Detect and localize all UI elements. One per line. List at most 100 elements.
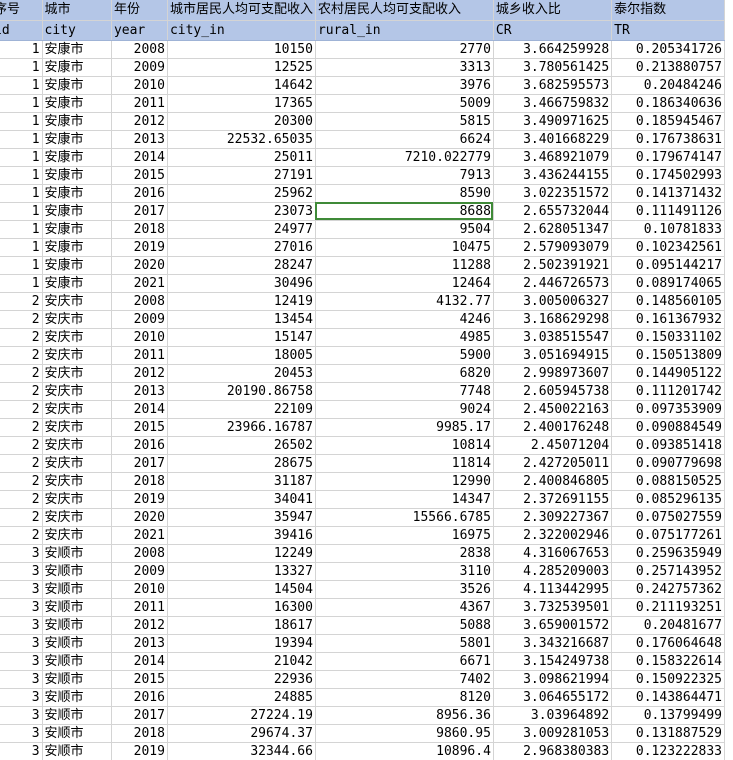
table-cell[interactable]: 安庆市 [42,418,112,437]
table-cell[interactable]: 2838 [315,544,494,563]
table-cell[interactable]: 3 [0,688,43,707]
table-cell[interactable]: 3976 [315,76,494,95]
table-cell[interactable]: 2015 [111,670,168,689]
table-cell[interactable]: 0.097353909 [611,400,725,419]
table-cell[interactable]: 34041 [167,490,316,509]
table-cell[interactable]: 22936 [167,670,316,689]
table-cell[interactable]: 2019 [111,238,168,257]
table-cell[interactable]: 2 [0,436,43,455]
table-cell[interactable]: 安康市 [42,130,112,149]
table-cell[interactable]: 3.03964892 [493,706,613,725]
table-cell[interactable]: 4367 [315,598,494,617]
table-cell[interactable]: 7748 [315,382,494,401]
table-cell[interactable]: 2015 [111,418,168,437]
table-cell[interactable]: 2009 [111,310,168,329]
table-cell[interactable]: 3.022351572 [493,184,613,203]
table-cell[interactable]: 2012 [111,616,168,635]
table-cell[interactable]: 2.579093079 [493,238,613,257]
table-cell[interactable]: 安康市 [42,238,112,257]
table-cell[interactable]: 3.343216687 [493,634,613,653]
table-cell[interactable]: 35947 [167,508,316,527]
table-cell[interactable]: 2019 [111,742,168,760]
header-cell[interactable]: 泰尔指数 [611,0,725,21]
table-cell[interactable]: 0.123222833 [611,742,725,760]
table-cell[interactable]: 3.490971625 [493,112,613,131]
table-cell[interactable]: 8120 [315,688,494,707]
table-cell[interactable]: 2020 [111,256,168,275]
table-cell[interactable]: 3 [0,706,43,725]
table-cell[interactable]: 2 [0,346,43,365]
table-cell[interactable]: 4.316067653 [493,544,613,563]
table-cell[interactable]: 0.089174065 [611,274,725,293]
table-cell[interactable]: 安庆市 [42,310,112,329]
table-cell[interactable]: 17365 [167,94,316,113]
table-cell[interactable]: 3.038515547 [493,328,613,347]
table-cell[interactable]: 2010 [111,76,168,95]
header-cell[interactable]: year [111,20,168,41]
table-cell[interactable]: 2.446726573 [493,274,613,293]
table-cell[interactable]: 2.655732044 [493,202,613,221]
table-cell[interactable]: 1 [0,112,43,131]
table-cell[interactable]: 10150 [167,40,316,59]
table-cell[interactable]: 2013 [111,634,168,653]
table-cell[interactable]: 3.168629298 [493,310,613,329]
table-cell[interactable]: 安康市 [42,40,112,59]
table-cell[interactable]: 5801 [315,634,494,653]
table-cell[interactable]: 2 [0,292,43,311]
table-cell[interactable]: 3.051694915 [493,346,613,365]
table-cell[interactable]: 26502 [167,436,316,455]
header-cell[interactable]: TR [611,20,725,41]
table-cell[interactable]: 1 [0,220,43,239]
table-cell[interactable]: 2.372691155 [493,490,613,509]
table-cell[interactable]: 2015 [111,166,168,185]
table-cell[interactable]: 11814 [315,454,494,473]
table-cell[interactable]: 30496 [167,274,316,293]
table-cell[interactable]: 0.102342561 [611,238,725,257]
table-cell[interactable]: 15566.6785 [315,508,494,527]
table-cell[interactable]: 0.150331102 [611,328,725,347]
table-cell[interactable]: 2008 [111,544,168,563]
table-cell[interactable]: 安康市 [42,76,112,95]
table-cell[interactable]: 10814 [315,436,494,455]
table-cell[interactable]: 2016 [111,436,168,455]
table-cell[interactable]: 0.141371432 [611,184,725,203]
table-cell[interactable]: 13454 [167,310,316,329]
table-cell[interactable]: 3 [0,616,43,635]
table-cell[interactable]: 0.213880757 [611,58,725,77]
table-cell[interactable]: 2 [0,400,43,419]
table-cell[interactable]: 安顺市 [42,724,112,743]
table-cell[interactable]: 2009 [111,58,168,77]
table-cell[interactable]: 0.095144217 [611,256,725,275]
header-cell[interactable]: city [42,20,112,41]
table-cell[interactable]: 28675 [167,454,316,473]
table-cell[interactable]: 0.090884549 [611,418,725,437]
table-cell[interactable]: 1 [0,166,43,185]
table-cell[interactable]: 14642 [167,76,316,95]
table-cell[interactable]: 安顺市 [42,580,112,599]
table-cell[interactable]: 27016 [167,238,316,257]
table-cell[interactable]: 2012 [111,112,168,131]
table-cell[interactable]: 安庆市 [42,508,112,527]
table-cell[interactable]: 0.143864471 [611,688,725,707]
table-cell[interactable]: 31187 [167,472,316,491]
table-cell[interactable]: 6671 [315,652,494,671]
table-cell[interactable]: 2 [0,364,43,383]
table-cell[interactable]: 2016 [111,184,168,203]
table-cell[interactable]: 1 [0,256,43,275]
table-cell[interactable]: 4132.77 [315,292,494,311]
table-cell[interactable]: 4246 [315,310,494,329]
table-cell[interactable]: 1 [0,238,43,257]
table-cell[interactable]: 0.111491126 [611,202,725,221]
table-cell[interactable]: 6820 [315,364,494,383]
table-cell[interactable]: 8956.36 [315,706,494,725]
table-cell[interactable]: 2.968380383 [493,742,613,760]
table-cell[interactable]: 3.064655172 [493,688,613,707]
table-cell[interactable]: 10475 [315,238,494,257]
table-cell[interactable]: 1 [0,130,43,149]
table-cell[interactable]: 0.20481677 [611,616,725,635]
table-cell[interactable]: 9860.95 [315,724,494,743]
table-cell[interactable]: 2011 [111,94,168,113]
table-cell[interactable]: 23966.16787 [167,418,316,437]
selected-cell[interactable]: 8688 [315,202,494,221]
table-cell[interactable]: 安庆市 [42,346,112,365]
